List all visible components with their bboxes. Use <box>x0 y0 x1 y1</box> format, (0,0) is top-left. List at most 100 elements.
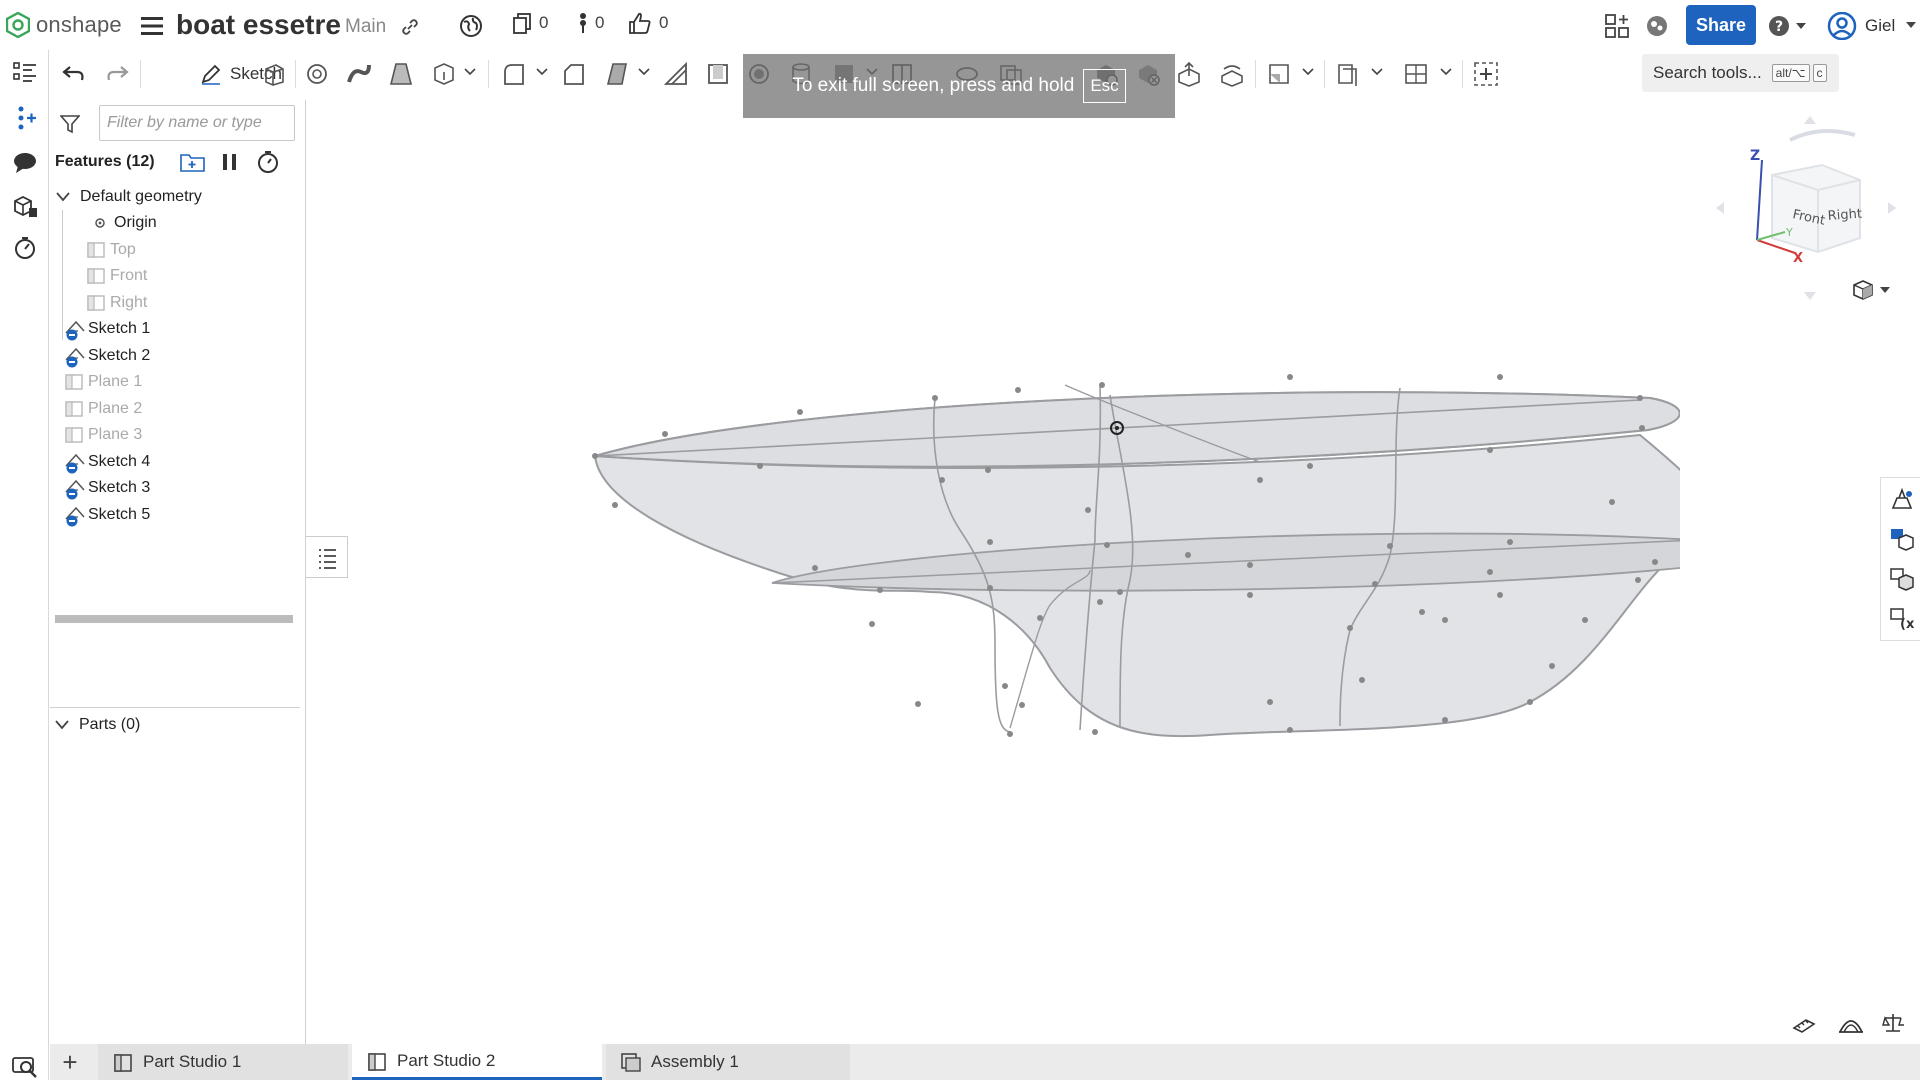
search-tools-input[interactable]: Search tools... alt/⌥ c <box>1642 54 1839 92</box>
avatar[interactable] <box>1827 12 1857 40</box>
shell-icon[interactable] <box>704 60 732 88</box>
feature-tree-label: Sketch 1 <box>88 320 151 337</box>
parts-list-header[interactable]: Parts (0) <box>55 712 140 738</box>
feature-tree-item[interactable]: Plane 2 <box>64 396 142 422</box>
feature-tree-scrollbar[interactable] <box>55 615 293 623</box>
chevron-down-icon[interactable] <box>536 68 548 80</box>
tab-part-studio-2[interactable]: Part Studio 2 <box>352 1044 602 1080</box>
chevron-down-icon[interactable] <box>464 68 476 80</box>
mass-properties-icon[interactable] <box>1889 566 1915 592</box>
chamfer-icon[interactable] <box>560 60 588 88</box>
feature-tree-item[interactable]: Sketch 1 <box>64 316 150 342</box>
view-arrow-right[interactable] <box>1888 202 1896 214</box>
feature-tree-label: Front <box>110 267 148 284</box>
learning-center-icon[interactable] <box>1645 14 1669 38</box>
sheet-metal-icon[interactable] <box>1334 60 1362 88</box>
loft-icon[interactable] <box>387 60 415 88</box>
chevron-down-icon[interactable] <box>1440 68 1452 80</box>
filter-input[interactable] <box>99 105 295 141</box>
branch-label[interactable]: Main <box>345 16 386 38</box>
balance-scale-icon[interactable] <box>1882 1012 1904 1034</box>
svg-text:?: ? <box>1775 19 1783 35</box>
chevron-down-icon <box>55 720 69 730</box>
app-store-icon[interactable] <box>1605 14 1629 38</box>
add-folder-icon[interactable] <box>180 151 206 173</box>
variable-table-icon[interactable]: (x) <box>1889 606 1915 632</box>
history-timer-icon[interactable] <box>12 235 38 261</box>
globe-icon[interactable] <box>459 14 483 38</box>
rollback-timer-icon[interactable] <box>256 150 280 174</box>
appearance-icon[interactable] <box>1889 486 1915 512</box>
view-options-menu[interactable] <box>1851 278 1890 302</box>
tab-label: Assembly 1 <box>651 1052 739 1071</box>
revolve-icon[interactable] <box>303 60 331 88</box>
comments-icon[interactable] <box>12 150 38 176</box>
document-title[interactable]: boat essetre <box>176 9 341 41</box>
filter-icon[interactable] <box>60 114 80 134</box>
user-name[interactable]: Giel <box>1865 16 1895 36</box>
frames-icon[interactable] <box>1402 60 1430 88</box>
configurations-icon[interactable] <box>12 193 38 219</box>
boat-hull-model[interactable] <box>592 374 1680 738</box>
extrude-icon[interactable] <box>260 60 288 88</box>
user-menu-chevron-icon[interactable] <box>1906 22 1916 28</box>
search-view-icon[interactable] <box>12 1053 38 1079</box>
likes-count: 0 <box>659 13 669 32</box>
feature-tree-item[interactable]: Right <box>86 290 147 316</box>
view-arrow-left[interactable] <box>1716 202 1724 214</box>
replace-face-icon[interactable] <box>1218 60 1246 88</box>
help-menu[interactable]: ? <box>1768 15 1806 37</box>
thicken-icon[interactable] <box>430 60 458 88</box>
shortcut-key: alt/⌥ <box>1771 64 1810 82</box>
view-arrow-up[interactable] <box>1804 116 1816 124</box>
section-view-icon[interactable] <box>1838 1014 1864 1034</box>
pause-icon[interactable] <box>222 153 238 171</box>
measure-tool-icon[interactable] <box>1792 1014 1816 1034</box>
feature-tree-item[interactable]: Top <box>86 237 136 263</box>
feature-tree-item[interactable]: Origin <box>90 210 157 236</box>
insert-icon[interactable] <box>12 105 38 131</box>
search-tools-label: Search tools... <box>1653 63 1762 82</box>
redo-icon[interactable] <box>103 60 131 88</box>
feature-list-icon[interactable] <box>12 60 38 86</box>
chevron-down-icon[interactable] <box>638 68 650 80</box>
panel-toggle-button[interactable] <box>306 536 348 578</box>
share-button[interactable]: Share <box>1686 5 1756 45</box>
feature-tree-item[interactable]: Plane 1 <box>64 369 142 395</box>
tab-assembly-1[interactable]: Assembly 1 <box>606 1044 850 1080</box>
toolbar-separator <box>1324 60 1325 88</box>
add-tab-button[interactable]: + <box>50 1044 90 1080</box>
feature-tree-item[interactable]: Sketch 3 <box>64 475 150 501</box>
fillet-icon[interactable] <box>500 60 528 88</box>
sweep-icon[interactable] <box>345 60 373 88</box>
feature-tree-item[interactable]: Sketch 2 <box>64 343 150 369</box>
onshape-logo[interactable]: onshape <box>6 12 122 38</box>
toolbar-separator <box>1462 60 1463 88</box>
chevron-down-icon[interactable] <box>1371 68 1383 80</box>
plane-tool-icon[interactable] <box>1265 60 1293 88</box>
branches-counter[interactable]: 0 <box>578 12 604 34</box>
hamburger-menu-icon[interactable] <box>141 16 163 36</box>
tree-group-default-geometry[interactable]: Default geometry <box>56 184 202 210</box>
feature-tree-item[interactable]: Sketch 5 <box>64 502 150 528</box>
versions-counter[interactable]: 0 <box>512 12 548 34</box>
feature-tree-item[interactable]: Front <box>86 263 147 289</box>
tab-part-studio-1[interactable]: Part Studio 1 <box>98 1044 348 1080</box>
undo-icon[interactable] <box>60 60 88 88</box>
link-icon[interactable] <box>400 17 420 37</box>
view-arrow-down[interactable] <box>1804 292 1816 300</box>
draft-icon[interactable] <box>603 60 631 88</box>
move-face-icon[interactable] <box>1175 60 1203 88</box>
rotate-arc[interactable] <box>1789 129 1856 142</box>
likes-counter[interactable]: 0 <box>628 12 668 34</box>
cube-face-right[interactable]: Right <box>1827 207 1862 224</box>
graphics-viewport[interactable] <box>350 330 1680 750</box>
features-title: Features (12) <box>55 153 155 170</box>
bom-icon[interactable] <box>1889 526 1915 552</box>
chevron-down-icon[interactable] <box>1302 68 1314 80</box>
feature-panel: Features (12) Default geometry Origin Top… <box>50 100 306 1044</box>
rib-icon[interactable] <box>662 60 690 88</box>
add-custom-feature-icon[interactable] <box>1472 60 1500 88</box>
feature-tree-item[interactable]: Sketch 4 <box>64 449 150 475</box>
feature-tree-item[interactable]: Plane 3 <box>64 422 142 448</box>
